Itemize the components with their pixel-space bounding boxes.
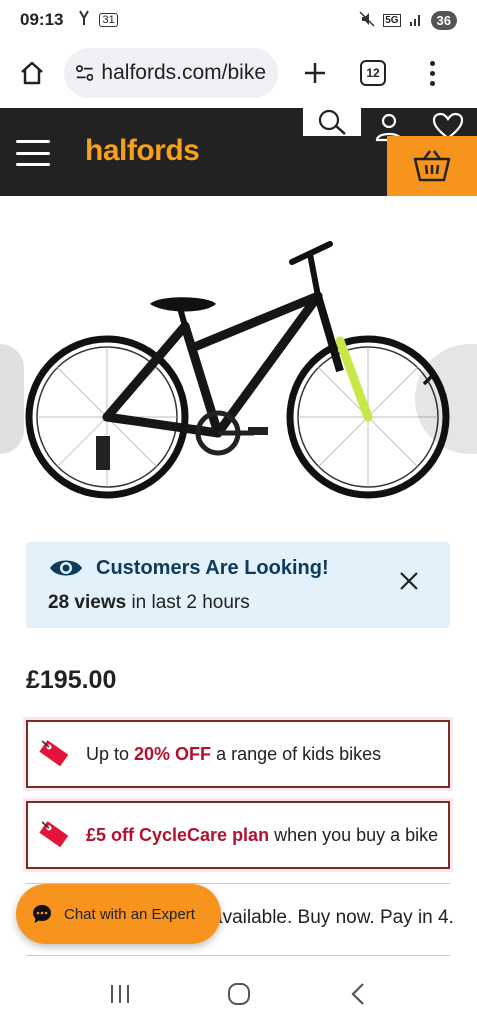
- back-chevron-icon: [350, 983, 364, 1005]
- gallery-prev-area[interactable]: [0, 344, 24, 454]
- close-icon: [400, 572, 418, 590]
- basket-button[interactable]: [387, 136, 477, 196]
- search-button[interactable]: [303, 108, 361, 136]
- basket-icon: [413, 150, 451, 182]
- promo-kids-bikes[interactable]: Up to 20% OFF a range of kids bikes: [26, 720, 450, 788]
- banner-title: Customers Are Looking!: [96, 557, 329, 579]
- url-text: halfords.com/bike: [101, 61, 266, 84]
- address-bar[interactable]: halfords.com/bike: [64, 48, 278, 98]
- chat-with-expert-button[interactable]: Chat with an Expert: [16, 884, 221, 944]
- home-button[interactable]: [14, 55, 50, 91]
- eye-icon: [50, 560, 82, 576]
- promo-text: £5 off CycleCare plan when you buy a bik…: [86, 825, 438, 846]
- status-time: 09:13: [20, 10, 64, 29]
- calendar-icon: 31: [99, 13, 118, 27]
- hamburger-line: [16, 140, 50, 143]
- banner-close-button[interactable]: [398, 570, 420, 592]
- home-icon: [21, 61, 43, 85]
- promo-text: Up to 20% OFF a range of kids bikes: [86, 744, 381, 765]
- site-settings-icon[interactable]: [76, 64, 94, 82]
- hamburger-menu-button[interactable]: [16, 140, 50, 166]
- banner-views-line: 28 views in last 2 hours: [48, 592, 250, 614]
- home-circle-icon: [227, 983, 250, 1005]
- system-nav-bar: [0, 964, 477, 1024]
- battery-level: 36: [430, 10, 457, 30]
- product-price: £195.00: [26, 666, 117, 694]
- search-icon: [318, 109, 346, 135]
- signal-icon: [409, 12, 423, 29]
- hamburger-line: [16, 151, 50, 155]
- mute-icon: [359, 10, 375, 30]
- chat-bubble-icon: [33, 905, 51, 923]
- status-right-icons: 5G 36: [359, 10, 457, 30]
- promo-highlight: £5 off CycleCare plan: [86, 824, 270, 845]
- browser-menu-button[interactable]: [424, 56, 440, 90]
- promo-suffix: when you buy a bike: [269, 824, 439, 845]
- promo-prefix: Up to: [86, 743, 135, 764]
- customers-looking-banner: Customers Are Looking! 28 views in last …: [26, 542, 450, 628]
- home-nav-button[interactable]: [219, 974, 259, 1014]
- chevron-right-icon: [422, 362, 437, 386]
- promo-highlight: 20% OFF: [134, 743, 212, 764]
- recent-apps-button[interactable]: [100, 974, 140, 1014]
- views-count: 28 views: [48, 592, 127, 613]
- product-image: [25, 241, 450, 499]
- site-header: halfords: [0, 108, 477, 196]
- price-tag-icon: [39, 740, 69, 767]
- menu-dot: [429, 80, 435, 86]
- status-bar: 09:13 31 5G 36: [0, 0, 477, 40]
- gallery-next-button[interactable]: [411, 356, 447, 392]
- halfords-logo[interactable]: halfords: [85, 134, 200, 168]
- back-button[interactable]: [338, 974, 378, 1014]
- plus-icon: [305, 63, 325, 83]
- price-tag-icon: [39, 821, 69, 848]
- menu-dot: [429, 70, 435, 76]
- tab-switcher-button[interactable]: 12: [360, 60, 386, 86]
- pay-later-text: available. Buy now. Pay in 4.: [212, 907, 454, 928]
- menu-dot: [429, 60, 435, 66]
- chat-label: Chat with an Expert: [64, 905, 195, 923]
- promo-suffix: a range of kids bikes: [211, 743, 382, 764]
- product-image-gallery[interactable]: [0, 196, 477, 536]
- views-suffix: in last 2 hours: [126, 592, 250, 613]
- promo-cyclecare[interactable]: £5 off CycleCare plan when you buy a bik…: [26, 801, 450, 869]
- hamburger-line: [16, 163, 50, 166]
- status-left-icons: 31: [77, 10, 118, 31]
- new-tab-button[interactable]: [298, 56, 332, 90]
- divider: [26, 955, 450, 956]
- network-label: 5G: [383, 13, 401, 27]
- browser-toolbar: halfords.com/bike 12: [0, 40, 477, 106]
- notification-icon: [77, 10, 91, 31]
- recent-apps-icon: [110, 985, 129, 1003]
